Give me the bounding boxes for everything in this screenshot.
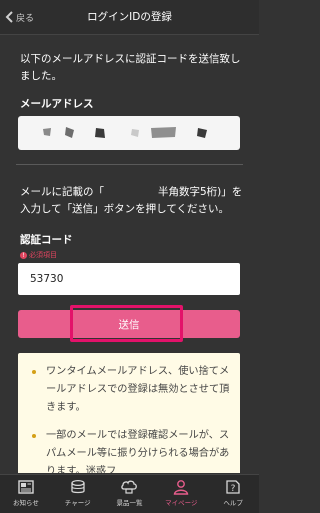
notice-item: 一部のメールでは登録確認メールが、スパムメール等に振り分けられる場合があります。… <box>18 427 240 473</box>
charge-icon <box>71 479 85 494</box>
code-label: 認証コード <box>20 234 73 246</box>
tab-label: チャージ <box>64 499 91 507</box>
bottom-tab-bar: お知らせ チャージ 景品一覧 マイページ ? ヘルプ <box>0 474 259 513</box>
section-divider <box>16 164 243 165</box>
required-text: 必須項目 <box>29 251 57 259</box>
tab-charge[interactable]: チャージ <box>52 475 104 513</box>
tab-news[interactable]: お知らせ <box>0 475 52 513</box>
tab-label: お知らせ <box>12 499 39 507</box>
tab-prizes[interactable]: 景品一覧 <box>104 475 156 513</box>
email-display-redacted <box>18 116 240 150</box>
instruction-prefix: メールに記載の「 <box>20 186 104 198</box>
highlight-frame <box>70 305 183 342</box>
email-label: メールアドレス <box>20 98 94 110</box>
news-icon <box>18 480 34 494</box>
app-header: 戻る ログインIDの登録 <box>0 0 259 35</box>
instruction-text: メールに記載の「 半角数字5桁)」を入力して「送信」ボタンを押してください。 <box>20 184 245 218</box>
exclamation-icon: ! <box>20 251 27 259</box>
notice-item: ワンタイムメールアドレス、使い捨てメールアドレスでの登録は無効とさせて頂きます。 <box>18 363 240 417</box>
scroll-fade <box>16 35 243 45</box>
help-icon: ? <box>226 480 240 494</box>
auth-code-input[interactable] <box>18 263 240 295</box>
prize-icon <box>121 480 138 494</box>
intro-text: 以下のメールアドレスに認証コードを送信致しました。 <box>20 53 241 82</box>
mypage-icon <box>174 480 189 495</box>
required-badge: ! 必須項目 <box>20 250 57 260</box>
tab-label: マイページ <box>165 499 198 507</box>
tab-help[interactable]: ? ヘルプ <box>207 475 259 513</box>
tab-mypage[interactable]: マイページ <box>155 475 207 513</box>
page-title: ログインIDの登録 <box>87 11 172 23</box>
notice-box: ワンタイムメールアドレス、使い捨てメールアドレスでの登録は無効とさせて頂きます。… <box>18 353 240 473</box>
tab-label: 景品一覧 <box>116 499 143 507</box>
svg-text:?: ? <box>231 484 236 494</box>
tab-label: ヘルプ <box>223 499 243 507</box>
scroll-content[interactable]: 以下のメールアドレスに認証コードを送信致しました。 メールアドレス メールに記載… <box>0 35 259 473</box>
